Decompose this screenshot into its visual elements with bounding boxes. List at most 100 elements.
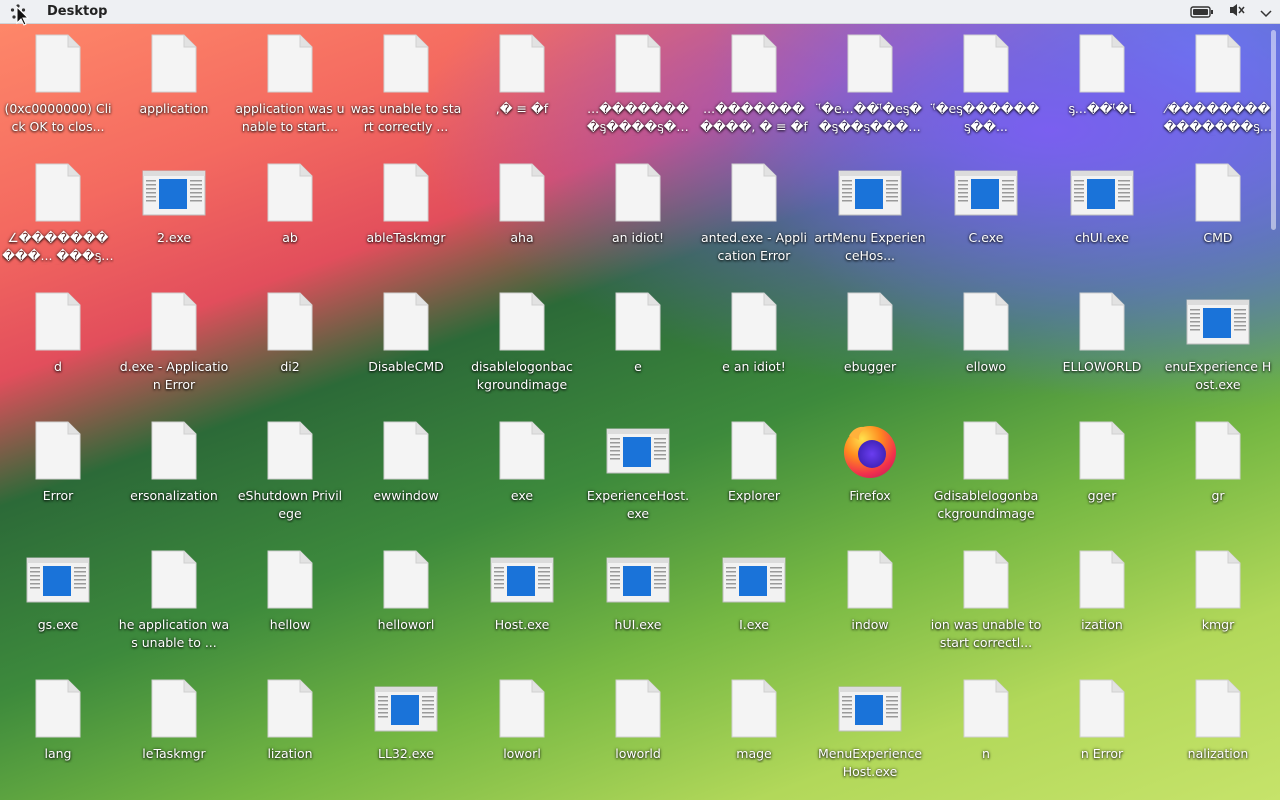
desktop-icon-label: Host.exe [494,617,550,632]
chevron-down-icon[interactable] [1260,3,1272,22]
desktop-icon-ebugger[interactable]: ebugger [812,284,928,413]
desktop-icon-e-e[interactable]: ⁽̈�e...��⁽̈�eᶊ��ᶊ��ᶊ�����... [812,26,928,155]
desktop-icon-he-application-was-unable-to[interactable]: he application was unable to ... [116,542,232,671]
desktop-icon-ization[interactable]: ization [1044,542,1160,671]
desktop-icon-label: aha [510,230,534,245]
desktop-icon-gr[interactable]: gr [1160,413,1276,542]
desktop-icon-elloworld[interactable]: ELLOWORLD [1044,284,1160,413]
desktop-icon-host-exe[interactable]: Host.exe [464,542,580,671]
desktop-icon-di2[interactable]: di2 [232,284,348,413]
document-icon [1186,548,1250,612]
desktop-icon-nalization[interactable]: nalization [1160,671,1276,800]
document-icon [258,548,322,612]
document-icon [142,419,206,483]
desktop-icon-l[interactable]: ᶊ...��⁽̈�L [1044,26,1160,155]
desktop-icon-disablecmd[interactable]: DisableCMD [348,284,464,413]
desktop-icon-loworld[interactable]: loworld [580,671,696,800]
desktop-icon-n-error[interactable]: n Error [1044,671,1160,800]
document-icon [490,419,554,483]
desktop-icon-lang[interactable]: lang [0,671,116,800]
document-icon [374,290,438,354]
desktop-icon-label: helloworl [377,617,435,632]
desktop-icon-error[interactable]: Error [0,413,116,542]
desktop-icon-f[interactable]: ,� ≡ �f [464,26,580,155]
desktop-icon-grid: (0xc0000000) Click OK to clos... applicat… [0,26,1272,800]
desktop-icon-ersonalization[interactable]: ersonalization [116,413,232,542]
desktop-icon-e-an-idiot[interactable]: e an idiot! [696,284,812,413]
desktop-icon-label: e [634,359,642,374]
desktop-icon-ll32-exe[interactable]: LL32.exe [348,671,464,800]
desktop-icon-artmenu-experiencehos[interactable]: artMenu ExperienceHos... [812,155,928,284]
desktop-icon-label: ᶊ...��⁽̈�L [1068,101,1136,116]
desktop-icon-aha[interactable]: aha [464,155,580,284]
desktop-icon-2-exe[interactable]: 2.exe [116,155,232,284]
desktop-icon-d-exe-application-error[interactable]: d.exe - Application Error [116,284,232,413]
desktop-icon-gger[interactable]: gger [1044,413,1160,542]
desktop-icon-ab[interactable]: ab [232,155,348,284]
desktop-icon-lization[interactable]: lization [232,671,348,800]
desktop-icon-item-5[interactable]: ...��������ᶊ����ᶊ������†... [580,26,696,155]
desktop-icon-letaskmgr[interactable]: leTaskmgr [116,671,232,800]
desktop-icon-abletaskmgr[interactable]: ableTaskmgr [348,155,464,284]
document-icon [26,32,90,96]
desktop-icon-label: exe [510,488,534,503]
desktop-icon-e[interactable]: e [580,284,696,413]
desktop-icon-n[interactable]: n [928,671,1044,800]
desktop-icon-label: lization [267,746,313,761]
desktop-icon-ellowo[interactable]: ellowo [928,284,1044,413]
desktop-icon-helloworl[interactable]: helloworl [348,542,464,671]
desktop-icon-hui-exe[interactable]: hUI.exe [580,542,696,671]
desktop-icon-firefox[interactable]: Firefox [812,413,928,542]
desktop-icon-experiencehost-exe[interactable]: ExperienceHost. exe [580,413,696,542]
volume-muted-icon[interactable] [1228,2,1246,22]
desktop-icon-label: CMD [1203,230,1233,245]
desktop-icon-c-exe[interactable]: C.exe [928,155,1044,284]
desktop-icon-ion-was-unable-to-start-correctl[interactable]: ion was unable to start correctl... [928,542,1044,671]
desktop-icon-was-unable-to-start-correctly[interactable]: was unable to start correctly ... [348,26,464,155]
document-icon [1070,548,1134,612]
desktop-icon-menuexperience-host-exe[interactable]: MenuExperience Host.exe [812,671,928,800]
desktop-icon-mage[interactable]: mage [696,671,812,800]
desktop-icon-exe[interactable]: exe [464,413,580,542]
desktop-icon-i-exe[interactable]: I.exe [696,542,812,671]
desktop-icon-application[interactable]: application [116,26,232,155]
desktop-icon-disablelogonbac-kgroundimage[interactable]: disablelogonbac kgroundimage [464,284,580,413]
document-icon [1070,290,1134,354]
desktop-icon-label: he application was unable to ... [118,617,230,650]
document-icon [838,548,902,612]
desktop-icon-eshutdown-privilege[interactable]: eShutdown Privilege [232,413,348,542]
desktop-icon-label: ab [282,230,298,245]
desktop-icon-gdisablelogonba-ckgroundimage[interactable]: Gdisablelogonba ckgroundimage [928,413,1044,542]
desktop-icon-an-idiot[interactable]: an idiot! [580,155,696,284]
desktop-icon-cmd[interactable]: CMD [1160,155,1276,284]
exe-file-icon [1186,290,1250,354]
desktop-icon-hellow[interactable]: hellow [232,542,348,671]
desktop-icon-kmgr[interactable]: kmgr [1160,542,1276,671]
document-icon [1186,161,1250,225]
desktop-icon-application-was-unable-to-start[interactable]: application was unable to start... [232,26,348,155]
scrollbar-thumb[interactable] [1271,30,1276,230]
desktop-icon-item-11[interactable]: ∠����������... ���ᶊ�������... [0,155,116,284]
desktop-icon-chui-exe[interactable]: chUI.exe [1044,155,1160,284]
desktop-icon-e[interactable]: ⁽̈�eᶊ������ᶊ��... [928,26,1044,155]
desktop-icon-d[interactable]: d [0,284,116,413]
desktop-icon-label: ⁽̈�e...��⁽̈�eᶊ��ᶊ��ᶊ�����... [818,101,922,134]
desktop-icon-indow[interactable]: indow [812,542,928,671]
desktop-icon-ewwindow[interactable]: ewwindow [348,413,464,542]
desktop-icon-enuexperience-host-exe[interactable]: enuExperience Host.exe [1160,284,1276,413]
desktop-icon-explorer[interactable]: Explorer [696,413,812,542]
desktop-icon-label: ebugger [843,359,897,374]
desktop-icon-item-10[interactable]: ⁄���������������ᶊ��... [1160,26,1276,155]
desktop-icon-loworl[interactable]: loworl [464,671,580,800]
desktop-icon-f[interactable]: ...�����������, � ≡ �f [696,26,812,155]
desktop-scrollbar[interactable] [1271,30,1276,800]
desktop-icon-label: enuExperience Host.exe [1164,359,1272,392]
desktop-icon-0xc0000000-click-ok-to-clos[interactable]: (0xc0000000) Click OK to clos... [0,26,116,155]
document-icon [26,419,90,483]
desktop-icon-gs-exe[interactable]: gs.exe [0,542,116,671]
desktop-icon-label: was unable to start correctly ... [350,101,462,134]
desktop-icon-label: d.exe - Application Error [119,359,229,392]
battery-icon[interactable] [1190,3,1214,22]
document-icon [954,32,1018,96]
desktop-icon-anted-exe-application-error[interactable]: anted.exe - Application Error [696,155,812,284]
